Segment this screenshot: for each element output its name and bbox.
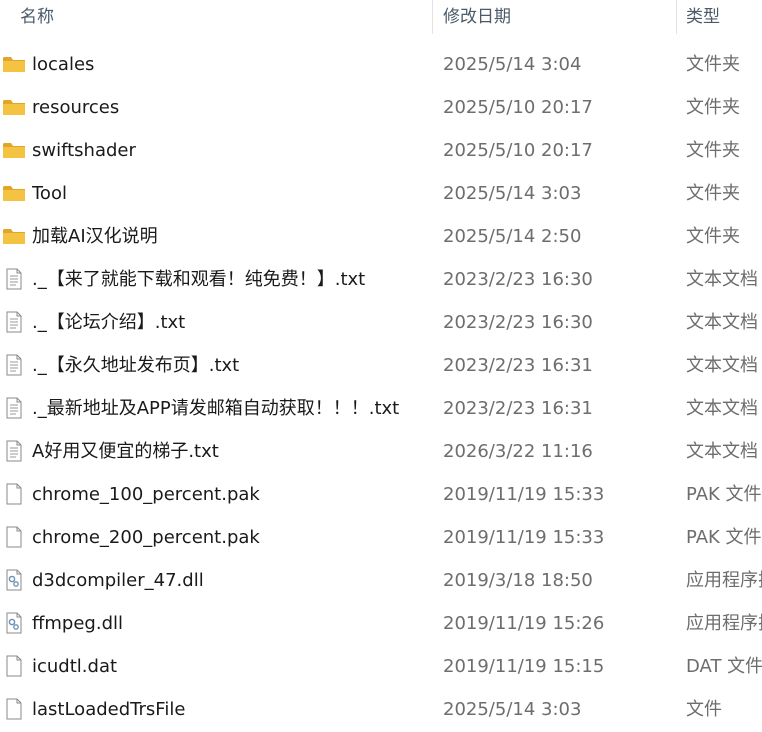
blank-file-icon	[2, 483, 26, 505]
folder-icon	[2, 96, 26, 118]
text-file-icon	[2, 354, 26, 376]
file-row[interactable]: chrome_200_percent.pak 2019/11/19 15:33 PA…	[0, 516, 762, 559]
file-modified-date: 2025/5/10 20:17	[443, 140, 593, 161]
column-header-date[interactable]: 修改日期	[443, 0, 511, 34]
file-type: 文件夹	[686, 54, 740, 75]
file-row[interactable]: 加载AI汉化说明 2025/5/14 2:50 文件夹	[0, 215, 762, 258]
folder-icon	[2, 182, 26, 204]
file-modified-date: 2025/5/14 2:50	[443, 226, 582, 247]
file-name: ._【来了就能下载和观看！纯免费！】.txt	[32, 269, 366, 290]
file-modified-date: 2019/11/19 15:33	[443, 484, 605, 505]
file-modified-date: 2026/3/22 11:16	[443, 441, 593, 462]
file-row[interactable]: d3dcompiler_47.dll 2019/3/18 18:50 应用程序扩	[0, 559, 762, 602]
file-row[interactable]: A好用又便宜的梯子.txt 2026/3/22 11:16 文本文档	[0, 430, 762, 473]
file-type: PAK 文件	[686, 484, 762, 505]
file-row[interactable]: icudtl.dat 2019/11/19 15:15 DAT 文件	[0, 645, 762, 688]
file-type: DAT 文件	[686, 656, 762, 677]
blank-file-icon	[2, 698, 26, 720]
file-type: 应用程序扩	[686, 613, 762, 634]
file-name: A好用又便宜的梯子.txt	[32, 441, 219, 462]
file-modified-date: 2019/3/18 18:50	[443, 570, 593, 591]
dll-file-icon	[2, 612, 26, 634]
column-header-type[interactable]: 类型	[686, 0, 720, 34]
file-modified-date: 2025/5/14 3:03	[443, 699, 582, 720]
file-modified-date: 2025/5/14 3:03	[443, 183, 582, 204]
file-name: 加载AI汉化说明	[32, 226, 158, 247]
text-file-icon	[2, 311, 26, 333]
file-type: 应用程序扩	[686, 570, 762, 591]
file-type: 文件夹	[686, 226, 740, 247]
file-type: 文本文档	[686, 398, 758, 419]
file-row[interactable]: resources 2025/5/10 20:17 文件夹	[0, 86, 762, 129]
file-modified-date: 2025/5/14 3:04	[443, 54, 582, 75]
column-divider[interactable]	[432, 0, 433, 34]
file-row[interactable]: swiftshader 2025/5/10 20:17 文件夹	[0, 129, 762, 172]
dll-file-icon	[2, 569, 26, 591]
file-name: d3dcompiler_47.dll	[32, 570, 204, 591]
file-name: chrome_200_percent.pak	[32, 527, 260, 548]
file-name: locales	[32, 54, 95, 75]
file-name: lastLoadedTrsFile	[32, 699, 186, 720]
file-name: ._【论坛介绍】.txt	[32, 312, 186, 333]
sort-up-icon: ^	[216, 0, 225, 7]
file-row[interactable]: chrome_100_percent.pak 2019/11/19 15:33 PA…	[0, 473, 762, 516]
blank-file-icon	[2, 526, 26, 548]
file-modified-date: 2023/2/23 16:30	[443, 312, 593, 333]
file-type: 文件夹	[686, 183, 740, 204]
column-divider[interactable]	[676, 0, 677, 34]
text-file-icon	[2, 440, 26, 462]
file-row[interactable]: ._最新地址及APP请发邮箱自动获取！！！.txt 2023/2/23 16:31…	[0, 387, 762, 430]
file-row[interactable]: locales 2025/5/14 3:04 文件夹	[0, 43, 762, 86]
file-modified-date: 2023/2/23 16:31	[443, 355, 593, 376]
text-file-icon	[2, 397, 26, 419]
file-list: locales 2025/5/14 3:04 文件夹 resources 2025/5/…	[0, 43, 762, 731]
file-modified-date: 2023/2/23 16:31	[443, 398, 593, 419]
file-type: 文本文档	[686, 312, 758, 333]
file-type: 文本文档	[686, 355, 758, 376]
file-type: PAK 文件	[686, 527, 762, 548]
file-modified-date: 2023/2/23 16:30	[443, 269, 593, 290]
file-modified-date: 2019/11/19 15:33	[443, 527, 605, 548]
file-row[interactable]: lastLoadedTrsFile 2025/5/14 3:03 文件	[0, 688, 762, 731]
file-type: 文本文档	[686, 269, 758, 290]
file-modified-date: 2019/11/19 15:26	[443, 613, 605, 634]
file-row[interactable]: Tool 2025/5/14 3:03 文件夹	[0, 172, 762, 215]
file-type: 文件夹	[686, 140, 740, 161]
file-row[interactable]: ._【论坛介绍】.txt 2023/2/23 16:30 文本文档	[0, 301, 762, 344]
file-name: ._【永久地址发布页】.txt	[32, 355, 240, 376]
file-name: resources	[32, 97, 120, 118]
column-header: ^ 名称 修改日期 类型	[0, 0, 762, 36]
file-row[interactable]: ._【来了就能下载和观看！纯免费！】.txt 2023/2/23 16:30 文本文…	[0, 258, 762, 301]
file-name: chrome_100_percent.pak	[32, 484, 260, 505]
file-name: ffmpeg.dll	[32, 613, 124, 634]
file-name: ._最新地址及APP请发邮箱自动获取！！！.txt	[32, 398, 400, 419]
file-row[interactable]: ._【永久地址发布页】.txt 2023/2/23 16:31 文本文档	[0, 344, 762, 387]
folder-icon	[2, 139, 26, 161]
file-name: swiftshader	[32, 140, 136, 161]
column-header-name[interactable]: 名称	[20, 0, 54, 34]
file-type: 文本文档	[686, 441, 758, 462]
folder-icon	[2, 225, 26, 247]
blank-file-icon	[2, 655, 26, 677]
file-type: 文件夹	[686, 97, 740, 118]
file-type: 文件	[686, 699, 722, 720]
file-name: icudtl.dat	[32, 656, 118, 677]
file-modified-date: 2019/11/19 15:15	[443, 656, 605, 677]
file-row[interactable]: ffmpeg.dll 2019/11/19 15:26 应用程序扩	[0, 602, 762, 645]
file-modified-date: 2025/5/10 20:17	[443, 97, 593, 118]
folder-icon	[2, 53, 26, 75]
file-name: Tool	[32, 183, 67, 204]
text-file-icon	[2, 268, 26, 290]
